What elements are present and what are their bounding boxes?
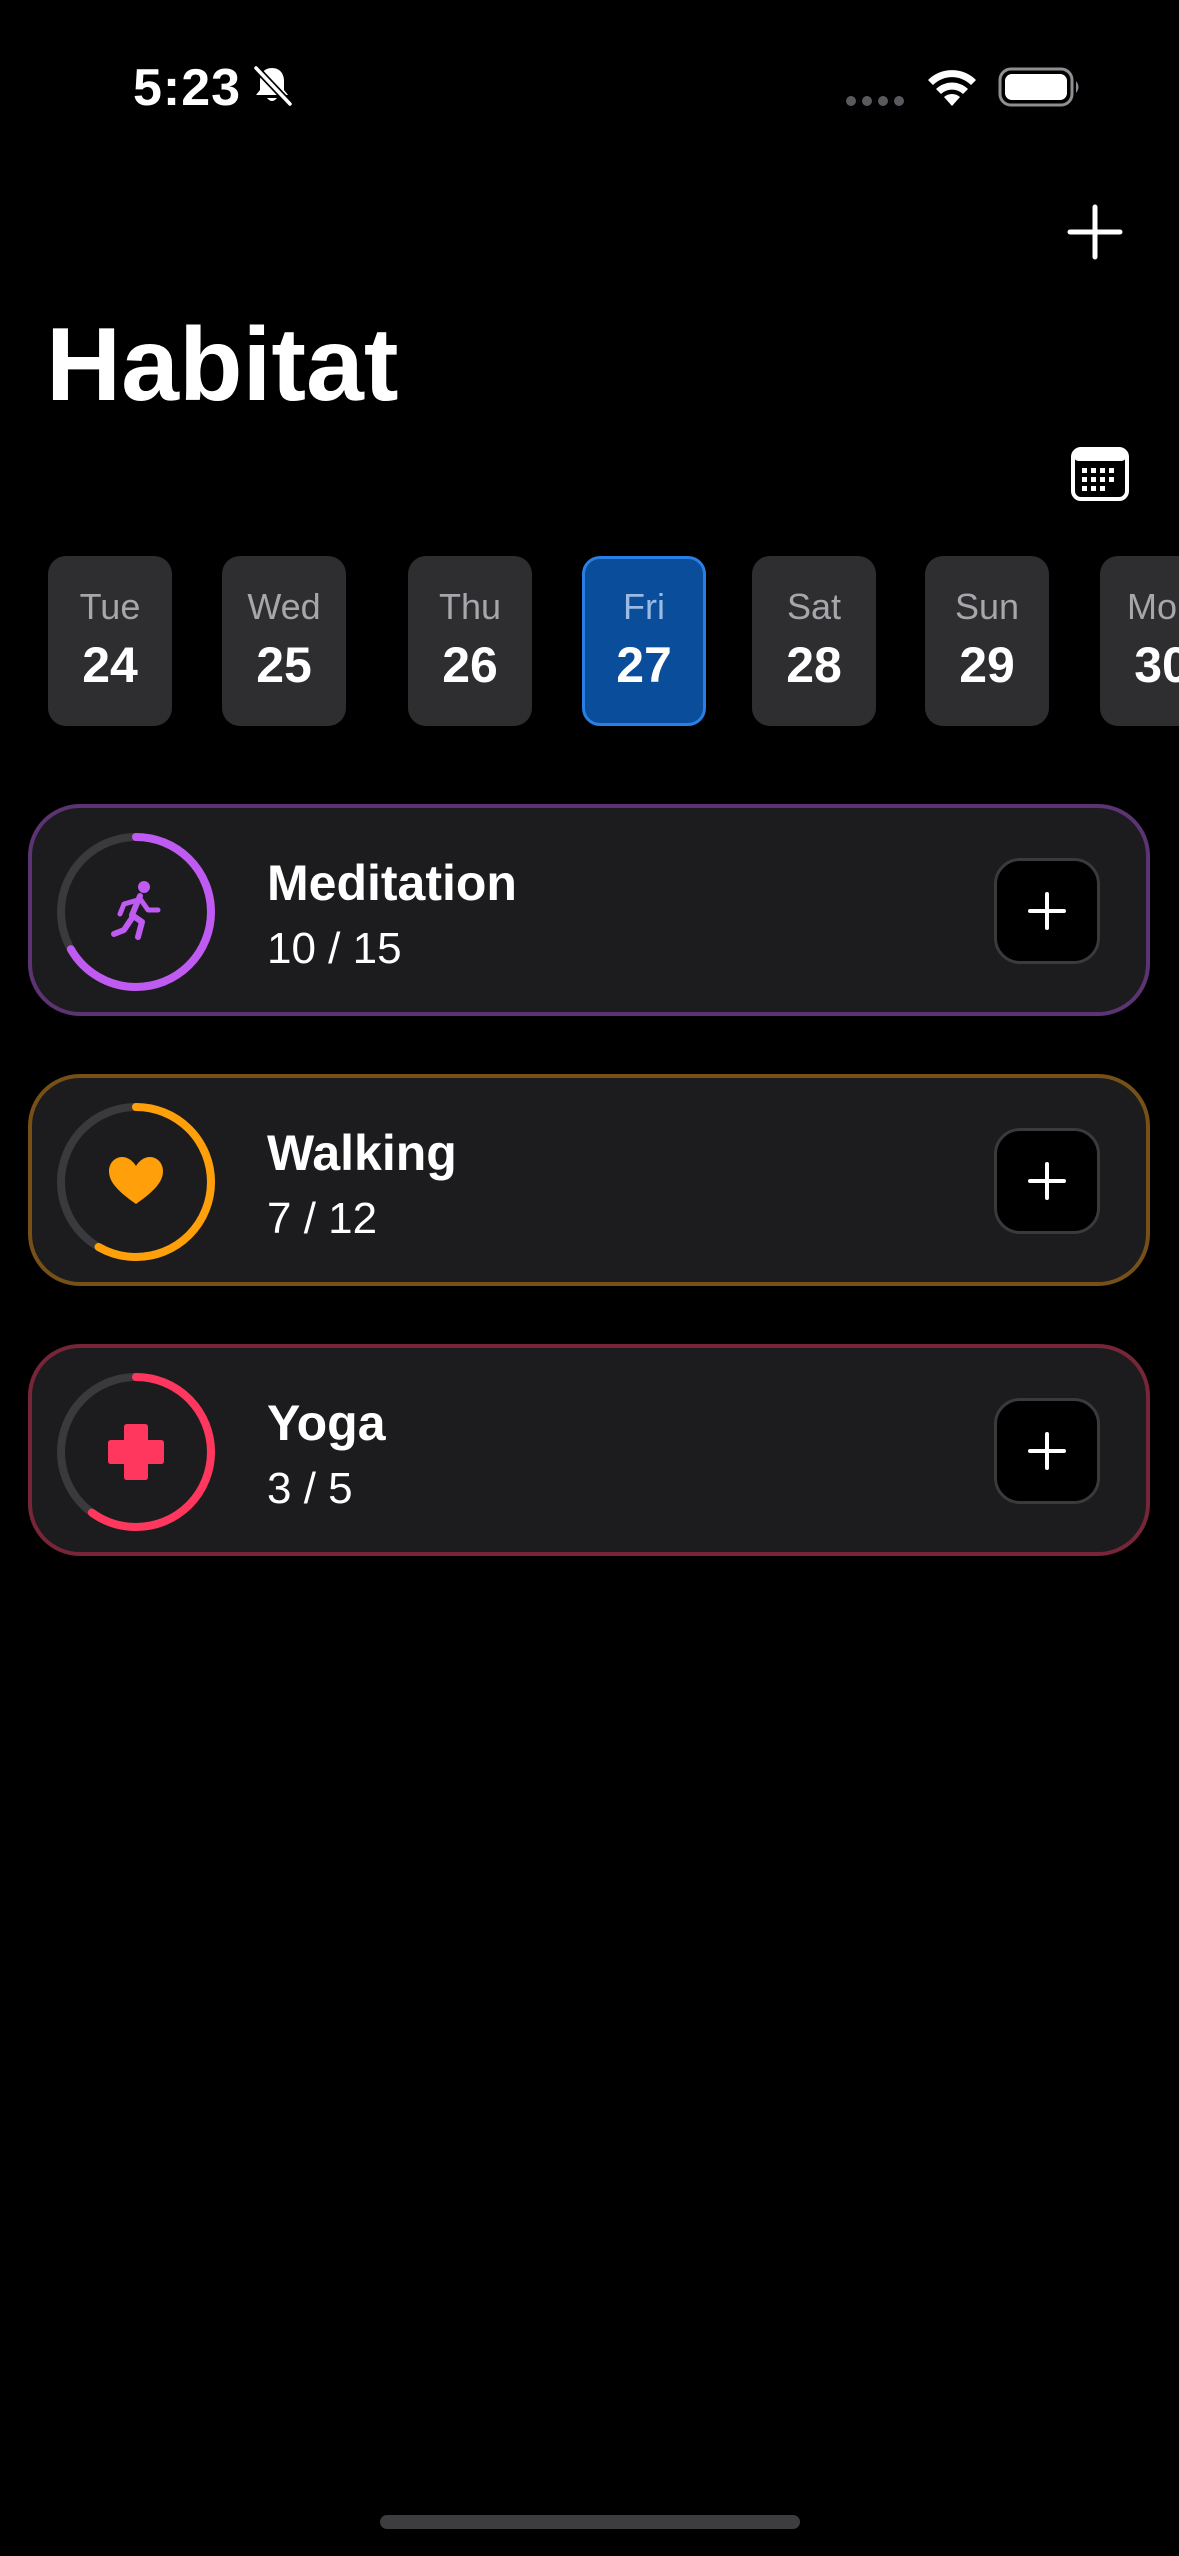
bell-slash-icon [253, 65, 293, 107]
plus-icon [1067, 204, 1123, 260]
home-indicator[interactable] [380, 2515, 800, 2529]
heart-icon [109, 1157, 163, 1204]
date-day: 27 [616, 637, 672, 693]
date-strip: Tue 24 Wed 25 Thu 26 Fri 27 Sat 28 Sun 2… [0, 556, 1179, 728]
habit-progress: 7 / 12 [267, 1194, 378, 1243]
habit-name: Walking [267, 1125, 457, 1181]
habit-name: Meditation [267, 855, 517, 911]
date-weekday: Fri [623, 586, 665, 627]
increment-button[interactable] [994, 858, 1100, 964]
add-habit-button[interactable] [1058, 195, 1132, 269]
figure-run-icon [111, 881, 161, 940]
habit-card-walking[interactable]: Walking 7 / 12 [28, 1074, 1150, 1286]
status-time: 5:23 [133, 59, 242, 117]
date-weekday: Tue [79, 586, 141, 627]
habit-card-yoga[interactable]: Yoga 3 / 5 [28, 1344, 1150, 1556]
date-day: 29 [959, 637, 1015, 693]
date-pill-selected[interactable]: Fri 27 [582, 556, 706, 726]
wifi-icon [928, 70, 976, 106]
date-pill[interactable]: Mon 30 [1100, 556, 1179, 726]
date-day: 26 [442, 637, 498, 693]
battery-icon [998, 67, 1079, 107]
status-bar: 5:23 [0, 0, 1179, 175]
date-pill[interactable]: Thu 26 [408, 556, 532, 726]
date-pill[interactable]: Sun 29 [925, 556, 1049, 726]
date-pill[interactable]: Tue 24 [48, 556, 172, 726]
progress-ring [57, 1103, 215, 1261]
date-weekday: Mon [1126, 586, 1179, 627]
increment-button[interactable] [994, 1128, 1100, 1234]
increment-button[interactable] [994, 1398, 1100, 1504]
date-weekday: Sat [786, 586, 842, 627]
date-day: 28 [786, 637, 842, 693]
plus-icon [1028, 892, 1066, 930]
date-weekday: Thu [438, 586, 502, 627]
habit-card-meditation[interactable]: Meditation 10 / 15 [28, 804, 1150, 1016]
cellular-signal-icon [846, 96, 904, 106]
date-day: 30 [1134, 637, 1179, 693]
date-day: 24 [82, 637, 138, 693]
date-weekday: Sun [954, 586, 1020, 627]
calendar-icon[interactable] [1070, 446, 1130, 502]
progress-ring [57, 1373, 215, 1531]
date-weekday: Wed [247, 586, 321, 627]
plus-icon [1028, 1162, 1066, 1200]
habit-progress: 10 / 15 [267, 924, 402, 973]
habit-name: Yoga [267, 1395, 386, 1451]
habit-progress: 3 / 5 [267, 1464, 353, 1513]
date-pill[interactable]: Wed 25 [222, 556, 346, 726]
plus-icon [1028, 1432, 1066, 1470]
progress-ring [57, 833, 215, 991]
date-pill[interactable]: Sat 28 [752, 556, 876, 726]
page-title: Habitat [46, 307, 399, 423]
medical-cross-icon [108, 1424, 164, 1480]
date-day: 25 [256, 637, 312, 693]
